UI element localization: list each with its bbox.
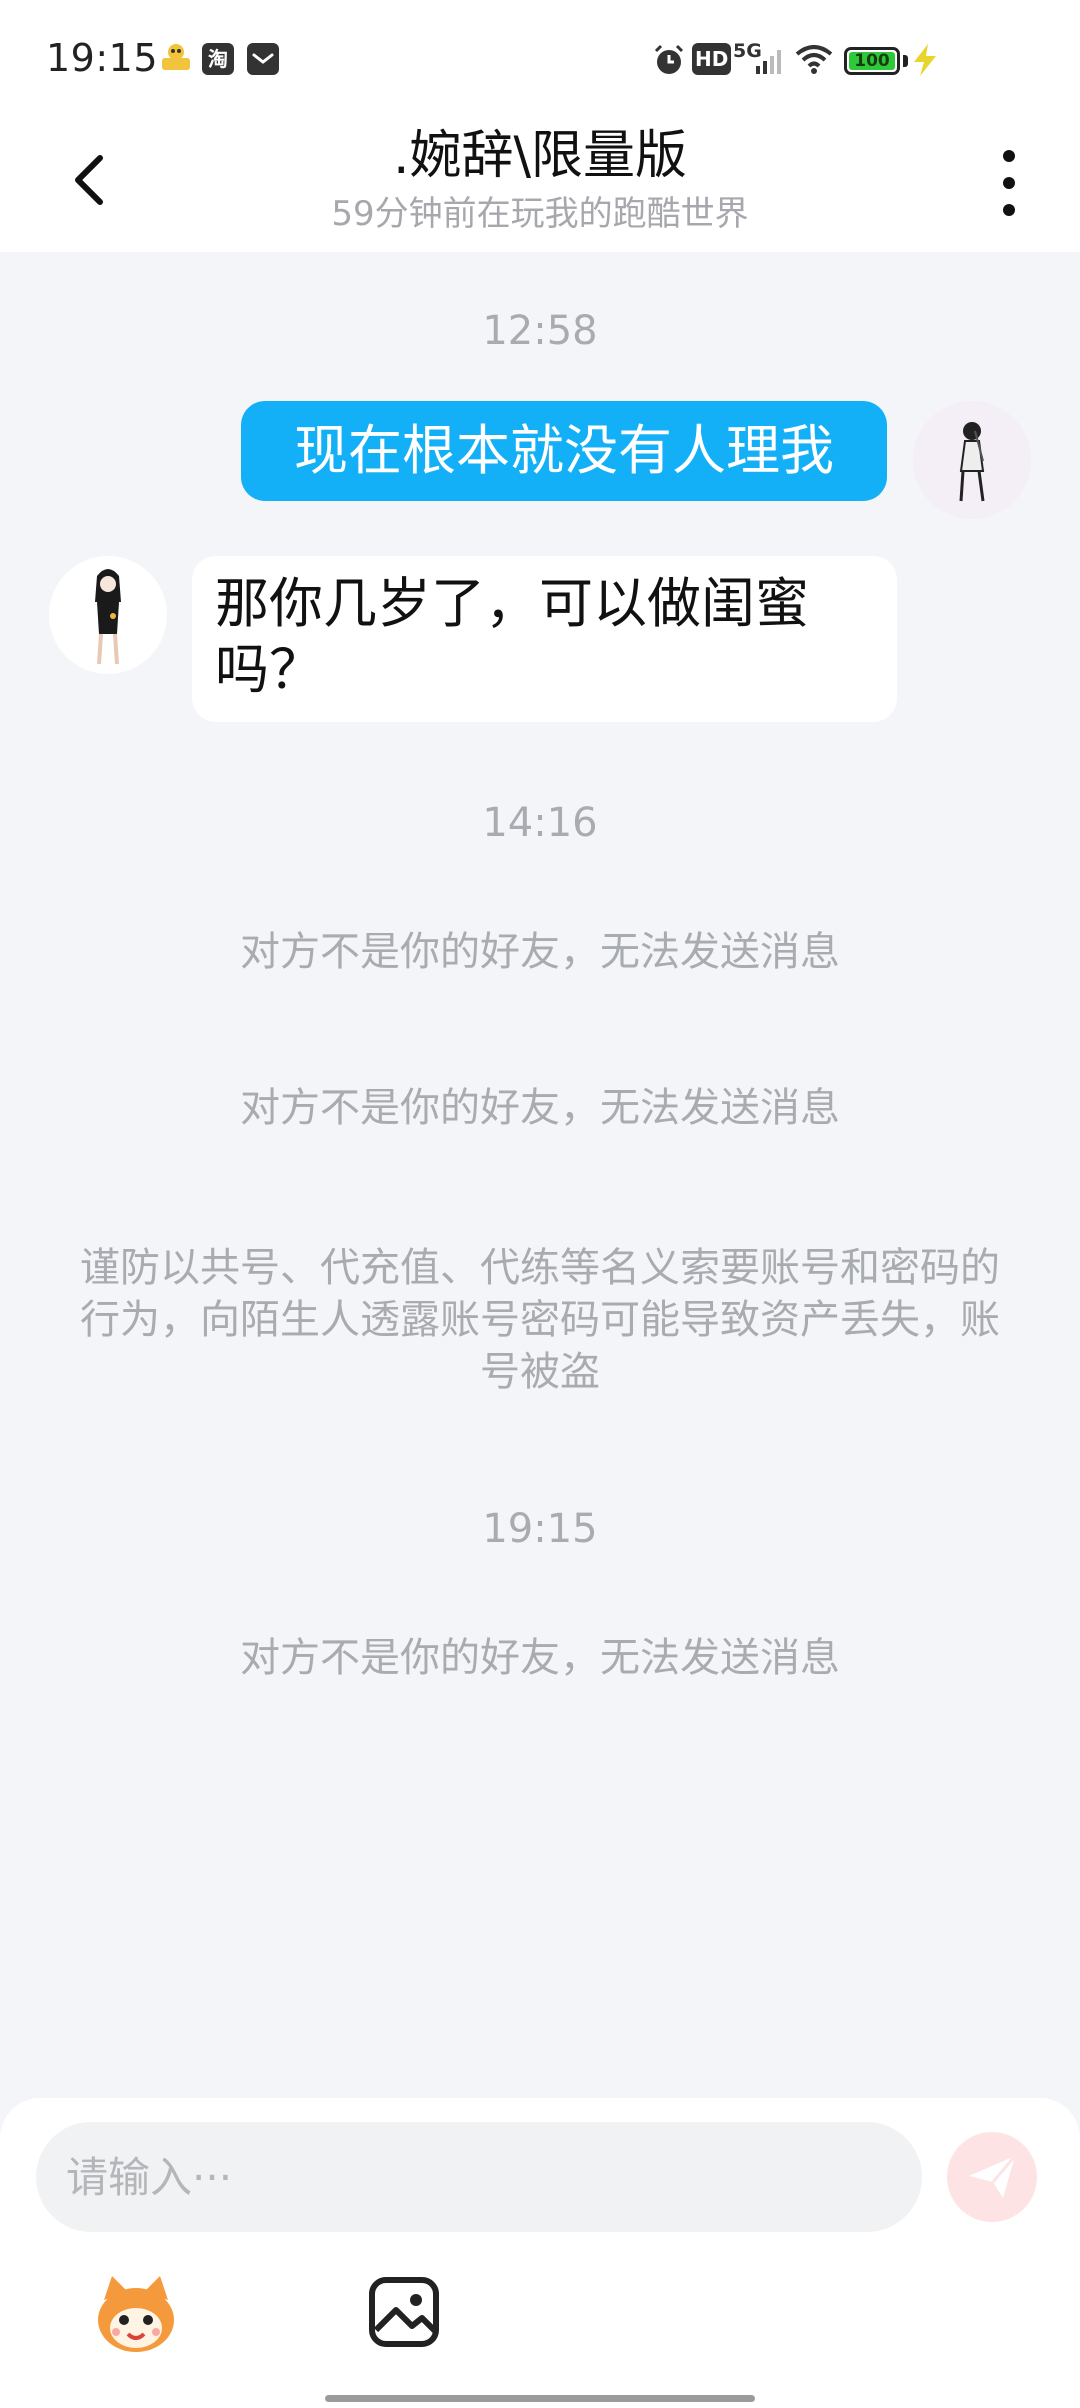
timestamp: 12:58 <box>482 308 598 354</box>
charging-icon <box>914 44 936 76</box>
mail-app-icon <box>247 43 279 75</box>
system-notice: 对方不是你的好友，无法发送消息 <box>240 929 840 975</box>
contact-name: .婉辞\限量版 <box>392 126 688 186</box>
more-options-button[interactable] <box>990 148 1030 218</box>
contact-avatar[interactable] <box>49 556 167 674</box>
timestamp: 19:15 <box>482 1506 598 1552</box>
back-button[interactable] <box>60 150 120 210</box>
status-bar: 19:15 淘 HD 5G 100 <box>0 0 1080 120</box>
chat-header: .婉辞\限量版 59分钟前在玩我的跑酷世界 <box>0 120 1080 252</box>
app-mascot-icon <box>162 44 190 70</box>
input-panel <box>0 2098 1080 2408</box>
chat-screen: 19:15 淘 HD 5G 100 .婉辞\限量版 59分钟前在玩我的跑酷世界 … <box>0 0 1080 2408</box>
image-button[interactable] <box>362 2270 450 2358</box>
battery-icon: 100 <box>844 47 900 75</box>
incoming-message-bubble[interactable]: 那你几岁了，可以做闺蜜吗？ <box>192 556 897 722</box>
contact-avatar-image <box>95 569 121 665</box>
security-warning: 谨防以共号、代充值、代练等名义索要账号和密码的行为，向陌生人透露账号密码可能导致… <box>80 1245 1000 1395</box>
system-notice: 对方不是你的好友，无法发送消息 <box>240 1085 840 1131</box>
outgoing-message-bubble[interactable]: 现在根本就没有人理我 <box>241 401 887 501</box>
status-time: 19:15 <box>46 36 159 80</box>
sticker-button[interactable] <box>92 2270 180 2358</box>
taobao-icon: 淘 <box>202 43 234 75</box>
self-avatar-image <box>959 422 985 502</box>
self-avatar[interactable] <box>913 401 1031 519</box>
contact-status: 59分钟前在玩我的跑酷世界 <box>331 194 749 234</box>
timestamp: 14:16 <box>482 800 598 846</box>
system-notice: 对方不是你的好友，无法发送消息 <box>240 1635 840 1681</box>
message-input[interactable] <box>36 2122 922 2232</box>
message-list[interactable]: 12:58 现在根本就没有人理我 那你几岁了，可以做闺蜜吗？ 14:16 对方不… <box>0 252 1080 2102</box>
wifi-icon <box>795 45 833 74</box>
battery-level: 100 <box>849 52 895 70</box>
signal-icon <box>756 50 781 74</box>
battery-cap <box>903 55 908 67</box>
hd-icon: HD <box>692 43 732 75</box>
send-button[interactable] <box>947 2132 1037 2222</box>
home-indicator[interactable] <box>325 2395 755 2402</box>
alarm-icon <box>654 44 684 74</box>
send-icon <box>969 2155 1017 2198</box>
